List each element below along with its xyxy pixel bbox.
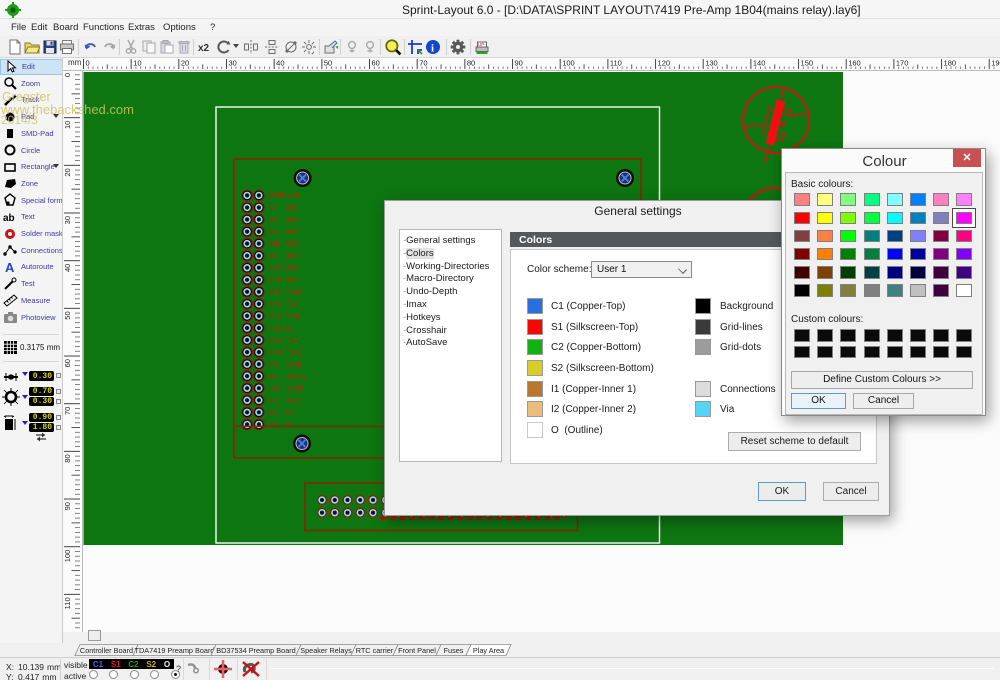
svg-text:15.8W: 15.8W bbox=[286, 387, 304, 393]
svg-text:SB1: SB1 bbox=[286, 206, 298, 212]
svg-text:CS8: CS8 bbox=[270, 326, 282, 332]
svg-text:CS0: CS0 bbox=[270, 290, 282, 296]
svg-text:140: 140 bbox=[753, 59, 766, 68]
svg-text:15.2D: 15.2D bbox=[286, 362, 303, 368]
svg-text:0: 0 bbox=[86, 59, 90, 68]
svg-text:SB6: SB6 bbox=[286, 266, 298, 272]
svg-text:190: 190 bbox=[991, 59, 1000, 68]
svg-text:150: 150 bbox=[801, 59, 814, 68]
svg-text:SB3: SB3 bbox=[286, 230, 298, 236]
svg-text:Controller Board: Controller Board bbox=[80, 646, 133, 655]
svg-text:NC: NC bbox=[286, 326, 295, 332]
svg-text:70: 70 bbox=[63, 407, 72, 415]
svg-text:180: 180 bbox=[944, 59, 957, 68]
svg-text:50: 50 bbox=[63, 311, 72, 319]
svg-text:40: 40 bbox=[63, 264, 72, 272]
svg-text:CS9: CS9 bbox=[270, 350, 282, 356]
svg-text:Front Panel: Front Panel bbox=[398, 646, 436, 655]
svg-text:CS8: CS8 bbox=[270, 266, 282, 272]
svg-text:30: 30 bbox=[63, 216, 72, 224]
svg-text:90: 90 bbox=[515, 59, 523, 68]
svg-text:0: 0 bbox=[63, 73, 72, 77]
svg-text:i: i bbox=[431, 43, 434, 55]
svg-text:110: 110 bbox=[63, 597, 72, 609]
svg-text:WR: WR bbox=[270, 242, 281, 248]
svg-text:CS2: CS2 bbox=[270, 314, 282, 320]
svg-text:120: 120 bbox=[658, 59, 671, 68]
svg-text:16.21: 16.21 bbox=[286, 399, 302, 405]
svg-text:7.21: 7.21 bbox=[286, 302, 298, 308]
svg-text:20: 20 bbox=[63, 168, 72, 176]
svg-text:60: 60 bbox=[372, 59, 380, 68]
svg-text:50: 50 bbox=[324, 59, 332, 68]
svg-text:SB4: SB4 bbox=[286, 242, 298, 248]
svg-text:NC: NC bbox=[286, 411, 295, 417]
svg-text:GND: GND bbox=[286, 194, 300, 200]
svg-text:40: 40 bbox=[276, 59, 284, 68]
svg-text:Fuses: Fuses bbox=[444, 646, 464, 655]
svg-text:20: 20 bbox=[181, 59, 189, 68]
svg-text:10: 10 bbox=[63, 121, 72, 129]
svg-text:80: 80 bbox=[63, 454, 72, 462]
svg-text:100: 100 bbox=[63, 550, 72, 563]
svg-text:PWR: PWR bbox=[270, 194, 285, 200]
svg-text:170: 170 bbox=[896, 59, 909, 68]
svg-text:CS9: CS9 bbox=[270, 278, 282, 284]
svg-text:7.21A: 7.21A bbox=[286, 290, 303, 296]
svg-text:Play Area: Play Area bbox=[473, 646, 505, 655]
svg-text:110: 110 bbox=[610, 59, 622, 68]
svg-text:130: 130 bbox=[705, 59, 718, 68]
svg-text:SB2: SB2 bbox=[286, 218, 298, 224]
svg-text:A07: A07 bbox=[270, 387, 282, 393]
svg-text:160: 160 bbox=[848, 59, 861, 68]
svg-text:C3: C3 bbox=[270, 362, 278, 368]
svg-text:7.8K6: 7.8K6 bbox=[286, 350, 303, 356]
svg-text:NC: NC bbox=[270, 218, 279, 224]
svg-text:UP-: UP- bbox=[478, 42, 486, 47]
svg-text:CS5: CS5 bbox=[270, 338, 282, 344]
svg-text:7.2M: 7.2M bbox=[286, 314, 299, 320]
svg-text:Lx: Lx bbox=[270, 411, 278, 417]
svg-text:V+: V+ bbox=[270, 206, 278, 212]
svg-text:BD37534 Preamp Board: BD37534 Preamp Board bbox=[216, 646, 296, 655]
svg-text:7.8K: 7.8K bbox=[286, 338, 299, 344]
svg-text:10: 10 bbox=[133, 59, 141, 68]
svg-text:Speaker Relays: Speaker Relays bbox=[300, 646, 352, 655]
svg-text:90: 90 bbox=[63, 502, 72, 510]
svg-text:NC: NC bbox=[270, 374, 279, 380]
svg-text:A: A bbox=[5, 260, 15, 274]
svg-text:RTC carrier: RTC carrier bbox=[356, 646, 394, 655]
svg-text:RD: RD bbox=[270, 254, 279, 260]
svg-text:60: 60 bbox=[63, 359, 72, 367]
svg-text:80: 80 bbox=[467, 59, 475, 68]
svg-text:TDA7419 Preamp Board: TDA7419 Preamp Board bbox=[135, 646, 215, 655]
svg-text:SB5: SB5 bbox=[286, 254, 298, 260]
svg-text:NC: NC bbox=[270, 399, 279, 405]
svg-text:70: 70 bbox=[419, 59, 427, 68]
svg-text:CS8: CS8 bbox=[270, 302, 282, 308]
svg-text:SB7: SB7 bbox=[286, 278, 298, 284]
svg-text:30: 30 bbox=[229, 59, 237, 68]
svg-text:15.21A: 15.21A bbox=[286, 374, 306, 380]
svg-text:R1: R1 bbox=[270, 230, 278, 236]
svg-text:ab: ab bbox=[3, 213, 15, 224]
svg-text:100: 100 bbox=[562, 59, 575, 68]
svg-text:x2: x2 bbox=[198, 43, 210, 54]
